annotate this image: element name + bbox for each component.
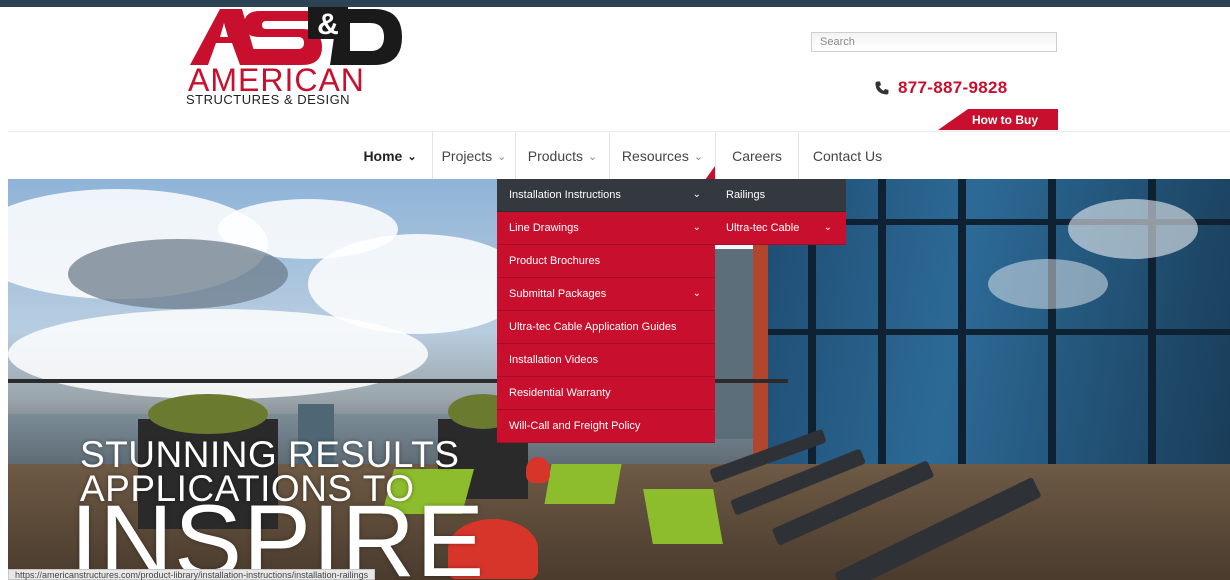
chevron-down-icon: ⌄ xyxy=(588,150,598,163)
active-menu-caret xyxy=(705,166,715,180)
menu-item-product-brochures[interactable]: Product Brochures xyxy=(497,245,715,278)
menu-item-will-call-freight-policy[interactable]: Will-Call and Freight Policy xyxy=(497,410,715,443)
menu-item-label: Submittal Packages xyxy=(509,288,607,300)
menu-item-cable-application-guides[interactable]: Ultra-tec Cable Application Guides xyxy=(497,311,715,344)
menu-item-installation-videos[interactable]: Installation Videos xyxy=(497,344,715,377)
svg-text:&: & xyxy=(317,8,339,41)
chevron-down-icon: ⌄ xyxy=(693,150,704,163)
menu-item-residential-warranty[interactable]: Residential Warranty xyxy=(497,377,715,410)
phone-text: 877-887-9828 xyxy=(898,78,1008,97)
nav-resources-label: Resources xyxy=(621,148,689,164)
submenu-item-label: Ultra-tec Cable xyxy=(726,222,800,234)
menu-item-installation-instructions[interactable]: Installation Instructions ⌄ xyxy=(497,179,715,212)
submenu-item-railings[interactable]: Railings xyxy=(715,179,846,212)
submenu-item-label: Railings xyxy=(726,189,766,201)
submenu-item-ultra-tec-cable[interactable]: Ultra-tec Cable ⌄ xyxy=(715,212,846,245)
menu-item-line-drawings[interactable]: Line Drawings ⌄ xyxy=(497,212,715,245)
menu-item-label: Ultra-tec Cable Application Guides xyxy=(509,321,677,333)
top-bar xyxy=(0,0,1230,7)
menu-item-submittal-packages[interactable]: Submittal Packages ⌄ xyxy=(497,278,715,311)
menu-item-label: Line Drawings xyxy=(509,222,579,234)
nav-home[interactable]: Home ⌄ xyxy=(348,132,432,180)
phone-number[interactable]: 877-887-9828 xyxy=(874,78,1007,98)
resources-dropdown: Installation Instructions ⌄ Line Drawing… xyxy=(497,179,715,443)
chevron-down-icon: ⌄ xyxy=(692,288,701,299)
menu-item-label: Installation Instructions xyxy=(509,189,621,201)
nav-careers-label: Careers xyxy=(732,148,782,164)
menu-item-label: Will-Call and Freight Policy xyxy=(509,420,641,432)
phone-icon xyxy=(874,80,890,96)
search-input[interactable] xyxy=(811,32,1057,52)
logo-tagline: STRUCTURES & DESIGN xyxy=(186,92,351,107)
nav-contact-label: Contact Us xyxy=(812,148,883,164)
nav-products[interactable]: Products ⌄ xyxy=(516,132,609,180)
nav-home-label: Home xyxy=(363,148,403,164)
how-to-buy-label: How to Buy xyxy=(972,113,1038,127)
nav-resources[interactable]: Resources ⌄ xyxy=(610,132,715,180)
how-to-buy-button[interactable]: How to Buy xyxy=(938,109,1058,130)
hero-cloud xyxy=(68,239,288,309)
chevron-down-icon: ⌄ xyxy=(407,150,417,163)
menu-item-label: Residential Warranty xyxy=(509,387,611,399)
red-planter xyxy=(526,457,550,483)
lounge-chair xyxy=(643,489,723,544)
city-tower xyxy=(708,249,758,439)
lounge-chair xyxy=(544,464,622,504)
hero-cloud xyxy=(8,309,428,399)
menu-item-label: Installation Videos xyxy=(509,354,599,366)
menu-item-label: Product Brochures xyxy=(509,255,601,267)
chevron-down-icon: ⌄ xyxy=(497,150,507,163)
chevron-down-icon: ⌄ xyxy=(823,222,832,233)
status-bar-url: https://americanstructures.com/product-l… xyxy=(8,569,376,580)
logo-mark: & xyxy=(190,7,402,65)
shrub xyxy=(148,394,268,434)
site-logo[interactable]: & AMERICAN STRUCTURES & DESIGN xyxy=(180,7,410,107)
chevron-down-icon: ⌄ xyxy=(692,222,701,233)
nav-careers[interactable]: Careers xyxy=(716,132,798,180)
hero-headline-3: INSPIRE xyxy=(70,484,486,580)
hero-headline-1: STUNNING RESULTS xyxy=(80,434,460,475)
nav-projects-label: Projects xyxy=(441,148,493,164)
main-nav: Home ⌄ Projects ⌄ Products ⌄ Resources ⌄… xyxy=(8,131,1230,180)
nav-contact-us[interactable]: Contact Us xyxy=(799,132,896,180)
chevron-down-icon: ⌄ xyxy=(692,189,701,200)
installation-submenu: Railings Ultra-tec Cable ⌄ xyxy=(715,179,846,245)
nav-products-label: Products xyxy=(527,148,584,164)
nav-projects[interactable]: Projects ⌄ xyxy=(433,132,515,180)
